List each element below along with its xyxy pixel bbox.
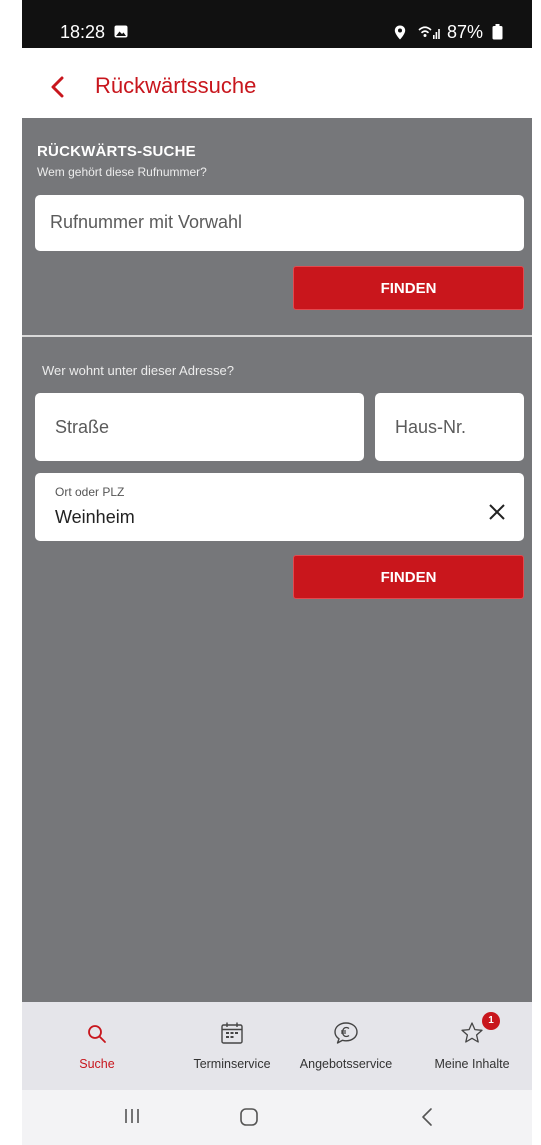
location-icon: [394, 25, 406, 40]
nav-item-angebotsservice[interactable]: Angebotsservice: [284, 1002, 408, 1090]
euro-chat-icon: [334, 1022, 358, 1044]
system-navigation-bar: [22, 1090, 532, 1145]
notification-badge: 1: [482, 1012, 500, 1030]
address-search-subtitle: Wer wohnt unter dieser Adresse?: [42, 363, 234, 378]
clear-icon[interactable]: [488, 503, 506, 521]
wifi-signal-icon: [418, 26, 440, 39]
street-input[interactable]: [55, 417, 344, 438]
nav-item-meine-inhalte[interactable]: 1 Meine Inhalte: [412, 1002, 532, 1090]
city-input[interactable]: [55, 507, 464, 528]
recent-apps-icon[interactable]: [124, 1107, 140, 1125]
battery-percentage: 87%: [447, 22, 484, 42]
phone-screen: 18:28 87% Rückwärtssuche RÜCKWÄRTS-SUCHE…: [22, 0, 532, 1145]
nav-item-suche[interactable]: Suche: [22, 1002, 172, 1090]
house-number-field[interactable]: [375, 393, 524, 461]
phone-search-subtitle: Wem gehört diese Rufnummer?: [37, 165, 207, 179]
battery-icon: [492, 24, 503, 40]
status-bar: 18:28 87%: [22, 0, 532, 48]
nav-label-angebotsservice: Angebotsservice: [299, 1057, 393, 1071]
phone-search-title: RÜCKWÄRTS-SUCHE: [37, 143, 196, 160]
home-icon[interactable]: [239, 1107, 259, 1127]
city-field[interactable]: Ort oder PLZ: [35, 473, 524, 541]
back-arrow-icon[interactable]: [48, 76, 68, 98]
page-title: Rückwärtssuche: [95, 73, 257, 98]
nav-label-terminservice: Terminservice: [193, 1057, 271, 1071]
nav-label-meine-inhalte: Meine Inhalte: [434, 1057, 510, 1071]
section-divider: [22, 335, 532, 337]
app-bar: Rückwärtssuche: [22, 48, 532, 118]
city-field-label: Ort oder PLZ: [55, 485, 125, 499]
phone-find-button[interactable]: FINDEN: [293, 266, 524, 310]
system-back-icon[interactable]: [420, 1107, 434, 1127]
street-field[interactable]: [35, 393, 364, 461]
bottom-navigation: Suche Terminservice Angebotsservice 1 Me…: [22, 1002, 532, 1090]
phone-number-field[interactable]: [35, 195, 524, 251]
address-find-button[interactable]: FINDEN: [293, 555, 524, 599]
nav-label-suche: Suche: [79, 1057, 115, 1071]
gallery-notification-icon: [114, 25, 128, 38]
search-panel: RÜCKWÄRTS-SUCHE Wem gehört diese Rufnumm…: [22, 118, 532, 1002]
status-time: 18:28: [60, 22, 106, 42]
search-icon: [88, 1025, 106, 1043]
nav-item-terminservice[interactable]: Terminservice: [172, 1002, 292, 1090]
star-icon: [461, 1022, 483, 1043]
house-number-input[interactable]: [395, 417, 514, 438]
calendar-icon: [221, 1022, 243, 1044]
phone-number-input[interactable]: [50, 212, 509, 233]
